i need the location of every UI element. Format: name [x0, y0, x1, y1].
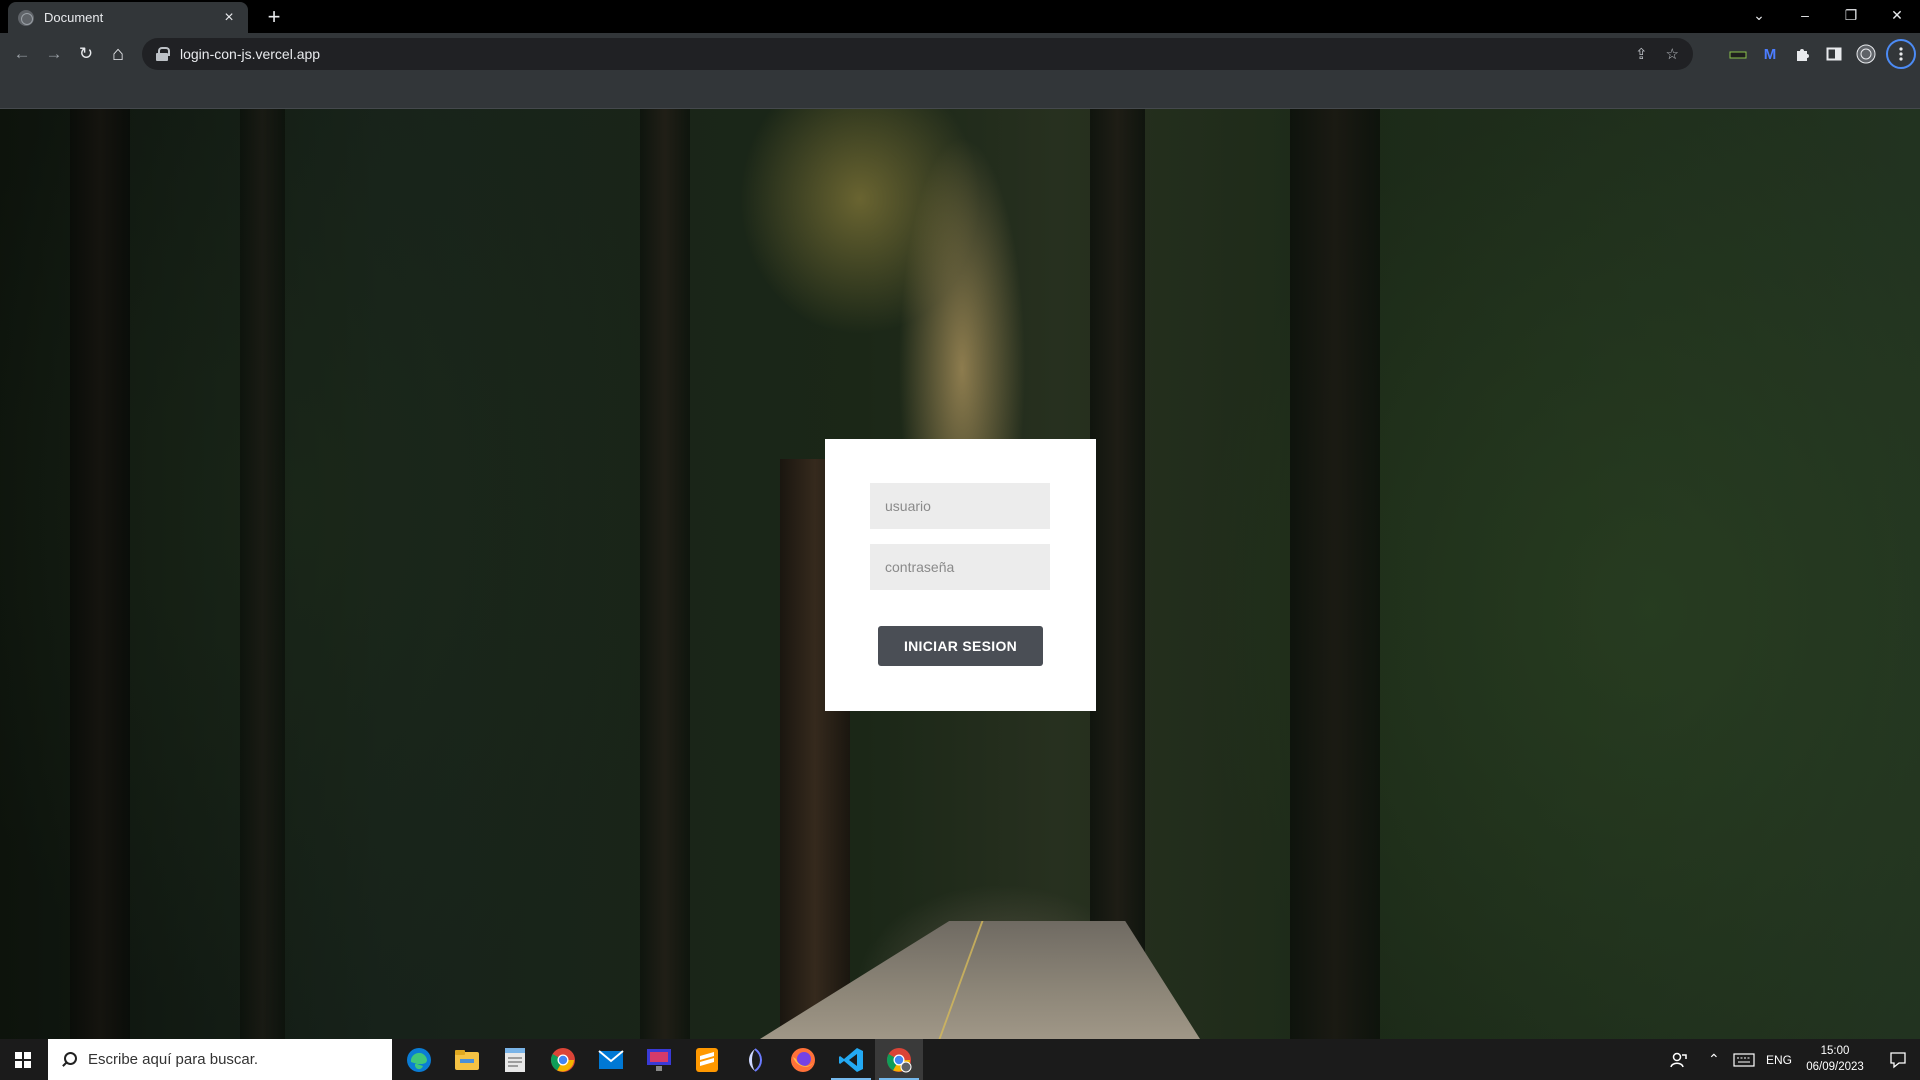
- share-icon[interactable]: ⇪: [1635, 45, 1648, 63]
- chrome-icon[interactable]: [539, 1039, 587, 1080]
- globe-icon: [18, 9, 34, 26]
- profile-icon[interactable]: [1854, 42, 1878, 66]
- start-button[interactable]: [0, 1039, 46, 1080]
- edge-icon[interactable]: [395, 1039, 443, 1080]
- url-text[interactable]: login-con-js.vercel.app: [180, 46, 1617, 62]
- password-input[interactable]: [870, 544, 1050, 590]
- keyboard-icon[interactable]: [1733, 1039, 1755, 1080]
- new-tab-button[interactable]: +: [260, 4, 288, 30]
- lock-icon[interactable]: [156, 47, 170, 61]
- menu-icon[interactable]: [1886, 39, 1916, 69]
- tab-close-button[interactable]: ×: [220, 9, 238, 27]
- m-extension-icon[interactable]: M: [1758, 42, 1782, 66]
- login-card: INICIAR SESION: [825, 439, 1096, 711]
- tree-trunk: [240, 109, 285, 1039]
- side-panel-icon[interactable]: [1822, 42, 1846, 66]
- search-icon: [60, 1051, 77, 1068]
- restore-button[interactable]: ❐: [1828, 0, 1874, 30]
- vscode-icon[interactable]: [827, 1039, 875, 1080]
- back-button[interactable]: ←: [8, 40, 36, 68]
- tree-trunk: [640, 109, 690, 1039]
- file-explorer-icon[interactable]: [443, 1039, 491, 1080]
- taskbar-search[interactable]: Escribe aquí para buscar.: [48, 1039, 392, 1080]
- home-button[interactable]: ⌂: [104, 40, 132, 68]
- forward-button[interactable]: →: [40, 40, 68, 68]
- monitor-icon[interactable]: [635, 1039, 683, 1080]
- star-icon[interactable]: ☆: [1666, 45, 1679, 63]
- clock-date: 06/09/2023: [1806, 1061, 1864, 1073]
- chrome-active-icon[interactable]: [875, 1039, 923, 1080]
- chevron-up-icon[interactable]: ⌃: [1708, 1039, 1720, 1080]
- people-icon[interactable]: [1670, 1039, 1688, 1080]
- clickup-icon[interactable]: [731, 1039, 779, 1080]
- language-indicator[interactable]: ENG: [1766, 1039, 1792, 1080]
- sublime-icon[interactable]: [683, 1039, 731, 1080]
- tree-trunk: [70, 109, 130, 1039]
- browser-titlebar: Document × + ⌄ – ❐ ✕: [0, 0, 1920, 33]
- tree-trunk: [1290, 109, 1380, 1039]
- browser-tab[interactable]: Document ×: [8, 2, 248, 33]
- windows-taskbar: Escribe aquí para buscar. ⌃ ENG 15:00 06…: [0, 1039, 1920, 1080]
- reload-button[interactable]: ↻: [72, 40, 100, 68]
- tab-search-button[interactable]: ⌄: [1736, 0, 1782, 30]
- forest-background: INICIAR SESION: [0, 109, 1920, 1039]
- bookmarks-bar: [0, 75, 1920, 109]
- puzzle-icon[interactable]: [1790, 42, 1814, 66]
- firefox-icon[interactable]: [779, 1039, 827, 1080]
- windows-icon: [15, 1051, 31, 1068]
- username-input[interactable]: [870, 483, 1050, 529]
- notification-icon[interactable]: [1876, 1039, 1920, 1080]
- close-window-button[interactable]: ✕: [1874, 0, 1920, 30]
- clock-time: 15:00: [1820, 1045, 1850, 1057]
- notepad-icon[interactable]: [491, 1039, 539, 1080]
- address-bar[interactable]: login-con-js.vercel.app ⇪ ☆: [142, 38, 1693, 70]
- browser-toolbar: ← → ↻ ⌂ login-con-js.vercel.app ⇪ ☆ M: [0, 33, 1920, 75]
- extension-1-icon[interactable]: [1726, 42, 1750, 66]
- tab-title: Document: [44, 10, 104, 25]
- system-clock[interactable]: 15:00 06/09/2023: [1800, 1043, 1870, 1075]
- search-placeholder: Escribe aquí para buscar.: [88, 1051, 259, 1068]
- window-controls: ⌄ – ❐ ✕: [1736, 0, 1920, 30]
- tree-trunk: [1090, 109, 1145, 1039]
- minimize-button[interactable]: –: [1782, 0, 1828, 30]
- mail-icon[interactable]: [587, 1039, 635, 1080]
- login-button[interactable]: INICIAR SESION: [878, 626, 1043, 666]
